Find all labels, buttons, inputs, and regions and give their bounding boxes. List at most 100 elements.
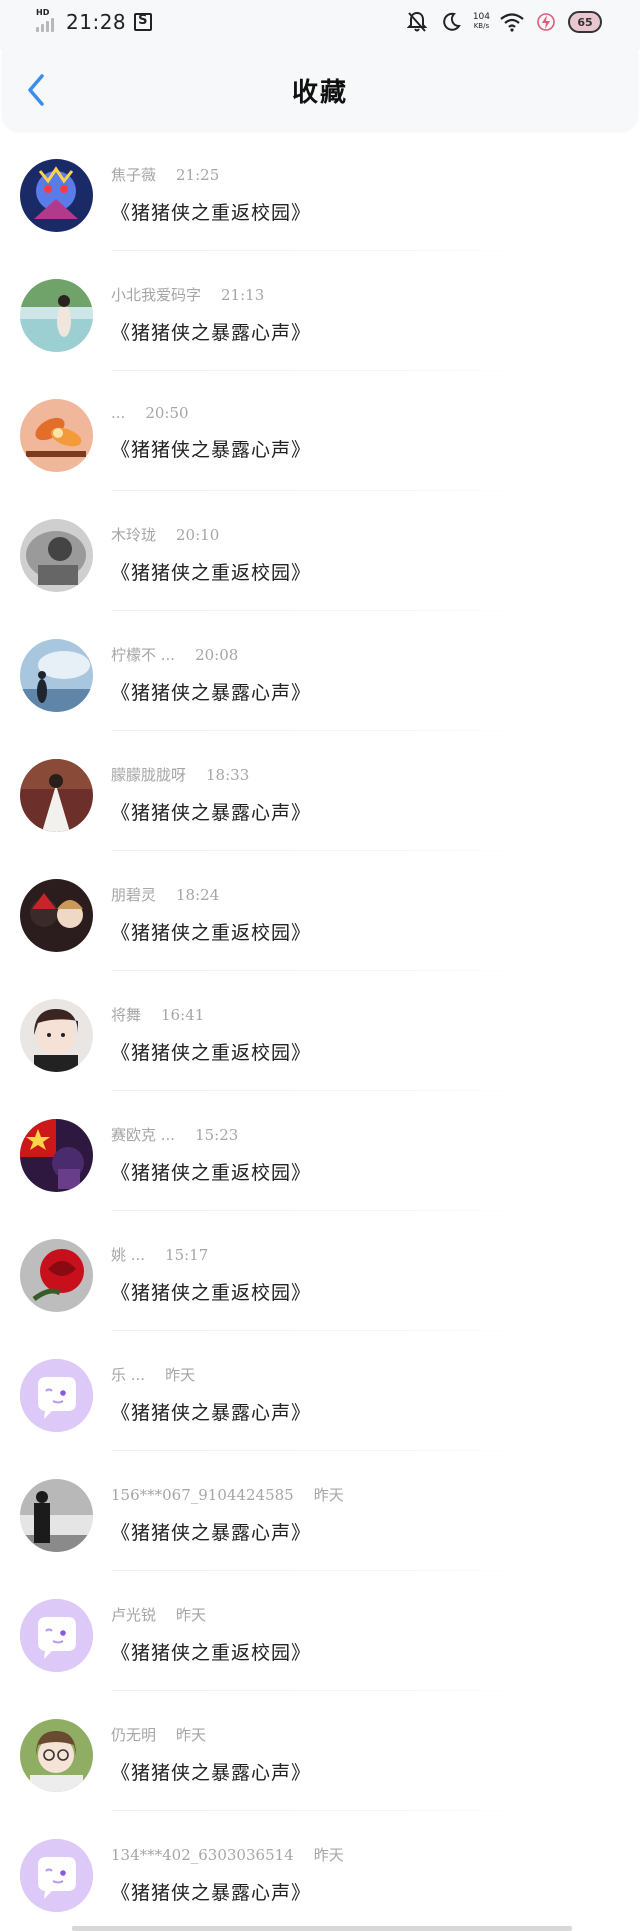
avatar[interactable] — [20, 1119, 93, 1192]
avatar[interactable] — [20, 279, 93, 352]
avatar[interactable] — [20, 519, 93, 592]
item-meta: 将舞 16:41 — [111, 1004, 311, 1025]
favorite-title: 《猪猪侠之暴露心声》 — [111, 1522, 312, 1544]
item-meta: 姚 ... 15:17 — [111, 1244, 311, 1265]
item-time: 20:50 — [145, 404, 189, 422]
list-item[interactable]: ... 20:50 《猪猪侠之暴露心声》 — [0, 371, 640, 491]
favorite-title: 《猪猪侠之重返校园》 — [111, 1282, 312, 1304]
status-bar: HD 21:28 104 KB/s — [0, 0, 640, 50]
item-meta: 134***402_6303036514 昨天 — [111, 1844, 344, 1865]
user-name: 柠檬不 ... — [111, 646, 176, 664]
favorite-title: 《猪猪侠之重返校园》 — [111, 1642, 312, 1664]
item-text: 朦朦胧胧呀 18:33 《猪猪侠之暴露心声》 — [111, 764, 311, 825]
avatar[interactable] — [20, 879, 93, 952]
item-meta: 朋碧灵 18:24 — [111, 884, 311, 905]
favorite-title: 《猪猪侠之暴露心声》 — [111, 1402, 312, 1424]
item-meta: 木玲珑 20:10 — [111, 524, 311, 545]
list-item[interactable]: 赛欧克 ... 15:23 《猪猪侠之重返校园》 — [0, 1091, 640, 1211]
favorite-title: 《猪猪侠之暴露心声》 — [111, 682, 312, 704]
favorite-title: 《猪猪侠之暴露心声》 — [111, 802, 312, 824]
user-name: ... — [111, 404, 126, 422]
default-chat-avatar[interactable] — [20, 1599, 93, 1672]
user-name: 将舞 — [111, 1006, 142, 1024]
item-meta: 156***067_9104424585 昨天 — [111, 1484, 344, 1505]
item-text: 木玲珑 20:10 《猪猪侠之重返校园》 — [111, 524, 311, 585]
user-name: 小北我爱码字 — [111, 286, 202, 304]
favorite-title: 《猪猪侠之暴露心声》 — [111, 1882, 312, 1904]
user-name: 焦子薇 — [111, 166, 157, 184]
signal-icon: HD — [34, 8, 60, 34]
header-bar: 收藏 — [2, 50, 638, 130]
list-item[interactable]: 156***067_9104424585 昨天 《猪猪侠之暴露心声》 — [0, 1451, 640, 1571]
status-left: HD 21:28 — [34, 8, 153, 34]
item-time: 18:24 — [176, 886, 220, 904]
user-name: 姚 ... — [111, 1246, 146, 1264]
default-chat-avatar[interactable] — [20, 1359, 93, 1432]
item-text: 姚 ... 15:17 《猪猪侠之重返校园》 — [111, 1244, 311, 1305]
favorite-title: 《猪猪侠之暴露心声》 — [111, 439, 312, 461]
user-name: 朦朦胧胧呀 — [111, 766, 187, 784]
status-right: 104 KB/s 65 — [405, 10, 602, 34]
avatar[interactable] — [20, 999, 93, 1072]
favorites-list: 焦子薇 21:25 《猪猪侠之重返校园》 小北我爱码字 21:13 《猪猪侠之暴露心声》.… — [0, 131, 640, 1931]
item-text: 将舞 16:41 《猪猪侠之重返校园》 — [111, 1004, 311, 1065]
user-name: 赛欧克 ... — [111, 1126, 176, 1144]
moon-icon — [439, 10, 463, 34]
avatar[interactable] — [20, 759, 93, 832]
item-text: 赛欧克 ... 15:23 《猪猪侠之重返校园》 — [111, 1124, 311, 1185]
list-item[interactable]: 朦朦胧胧呀 18:33 《猪猪侠之暴露心声》 — [0, 731, 640, 851]
list-item[interactable]: 姚 ... 15:17 《猪猪侠之重返校园》 — [0, 1211, 640, 1331]
list-item[interactable]: 仍无明 昨天 《猪猪侠之暴露心声》 — [0, 1691, 640, 1811]
avatar[interactable] — [20, 1719, 93, 1792]
list-item[interactable]: 将舞 16:41 《猪猪侠之重返校园》 — [0, 971, 640, 1091]
item-text: 柠檬不 ... 20:08 《猪猪侠之暴露心声》 — [111, 644, 311, 705]
item-time: 昨天 — [313, 1486, 344, 1504]
item-text: 134***402_6303036514 昨天 《猪猪侠之暴露心声》 — [111, 1844, 344, 1905]
charging-icon — [534, 10, 558, 34]
item-time: 18:33 — [206, 766, 250, 784]
favorite-title: 《猪猪侠之重返校园》 — [111, 202, 312, 224]
avatar[interactable] — [20, 639, 93, 712]
list-item[interactable]: 乐 ... 昨天 《猪猪侠之暴露心声》 — [0, 1331, 640, 1451]
item-time: 21:25 — [176, 166, 220, 184]
item-meta: 小北我爱码字 21:13 — [111, 284, 311, 305]
network-speed: 104 KB/s — [473, 13, 490, 31]
item-meta: 卢光锐 昨天 — [111, 1604, 311, 1625]
item-time: 16:41 — [161, 1006, 205, 1024]
item-time: 21:13 — [221, 286, 265, 304]
favorite-title: 《猪猪侠之重返校园》 — [111, 1162, 312, 1184]
user-name: 卢光锐 — [111, 1606, 157, 1624]
list-item[interactable]: 卢光锐 昨天《猪猪侠之重返校园》 — [0, 1571, 640, 1691]
avatar[interactable] — [20, 159, 93, 232]
user-name: 木玲珑 — [111, 526, 157, 544]
wifi-icon — [500, 10, 524, 34]
avatar[interactable] — [20, 1479, 93, 1552]
default-chat-avatar[interactable] — [20, 1839, 93, 1912]
item-text: 卢光锐 昨天《猪猪侠之重返校园》 — [111, 1604, 311, 1665]
list-item[interactable]: 木玲珑 20:10 《猪猪侠之重返校园》 — [0, 491, 640, 611]
item-time: 20:08 — [195, 646, 239, 664]
item-time: 昨天 — [176, 1606, 207, 1624]
item-text: 焦子薇 21:25 《猪猪侠之重返校园》 — [111, 164, 311, 225]
list-item[interactable]: 134***402_6303036514 昨天 《猪猪侠之暴露心声》 — [0, 1811, 640, 1931]
item-meta: 赛欧克 ... 15:23 — [111, 1124, 311, 1145]
item-text: 156***067_9104424585 昨天 《猪猪侠之暴露心声》 — [111, 1484, 344, 1545]
item-meta: 朦朦胧胧呀 18:33 — [111, 764, 311, 785]
avatar[interactable] — [20, 399, 93, 472]
item-time: 昨天 — [165, 1366, 196, 1384]
list-item[interactable]: 柠檬不 ... 20:08 《猪猪侠之暴露心声》 — [0, 611, 640, 731]
item-meta: 乐 ... 昨天 — [111, 1364, 311, 1385]
avatar[interactable] — [20, 1239, 93, 1312]
list-item[interactable]: 朋碧灵 18:24 《猪猪侠之重返校园》 — [0, 851, 640, 971]
item-text: ... 20:50 《猪猪侠之暴露心声》 — [111, 404, 311, 462]
item-meta: 柠檬不 ... 20:08 — [111, 644, 311, 665]
favorite-title: 《猪猪侠之暴露心声》 — [111, 322, 312, 344]
battery-indicator: 65 — [568, 11, 602, 33]
item-text: 仍无明 昨天 《猪猪侠之暴露心声》 — [111, 1724, 311, 1785]
item-time: 昨天 — [313, 1846, 344, 1864]
item-text: 朋碧灵 18:24 《猪猪侠之重返校园》 — [111, 884, 311, 945]
list-item[interactable]: 小北我爱码字 21:13 《猪猪侠之暴露心声》 — [0, 251, 640, 371]
list-item[interactable]: 焦子薇 21:25 《猪猪侠之重返校园》 — [0, 131, 640, 251]
item-time: 20:10 — [176, 526, 220, 544]
favorite-title: 《猪猪侠之重返校园》 — [111, 562, 312, 584]
